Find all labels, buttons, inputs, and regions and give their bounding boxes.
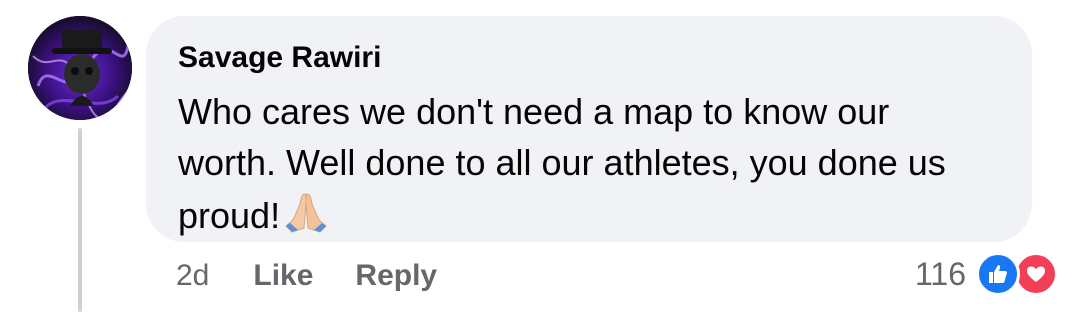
comment-text-container: Who cares we don't need a map to know ou… bbox=[178, 86, 988, 241]
thread-line bbox=[78, 128, 82, 312]
love-reaction-icon bbox=[1014, 252, 1058, 296]
like-reaction-icon bbox=[976, 252, 1020, 296]
reply-button[interactable]: Reply bbox=[355, 259, 437, 293]
comment-author[interactable]: Savage Rawiri bbox=[178, 40, 381, 76]
comment-actions: 2d Like Reply bbox=[176, 254, 479, 298]
comment-bubble: Savage Rawiri Who cares we don't need a … bbox=[146, 16, 1032, 242]
reaction-icons bbox=[976, 252, 1060, 296]
reactions-summary[interactable]: 116 bbox=[915, 250, 1060, 298]
like-button[interactable]: Like bbox=[253, 259, 313, 293]
folded-hands-icon bbox=[282, 188, 330, 234]
avatar-image bbox=[28, 16, 132, 120]
avatar[interactable] bbox=[28, 16, 132, 120]
comment-timestamp[interactable]: 2d bbox=[176, 259, 209, 293]
reaction-count: 116 bbox=[914, 255, 966, 292]
